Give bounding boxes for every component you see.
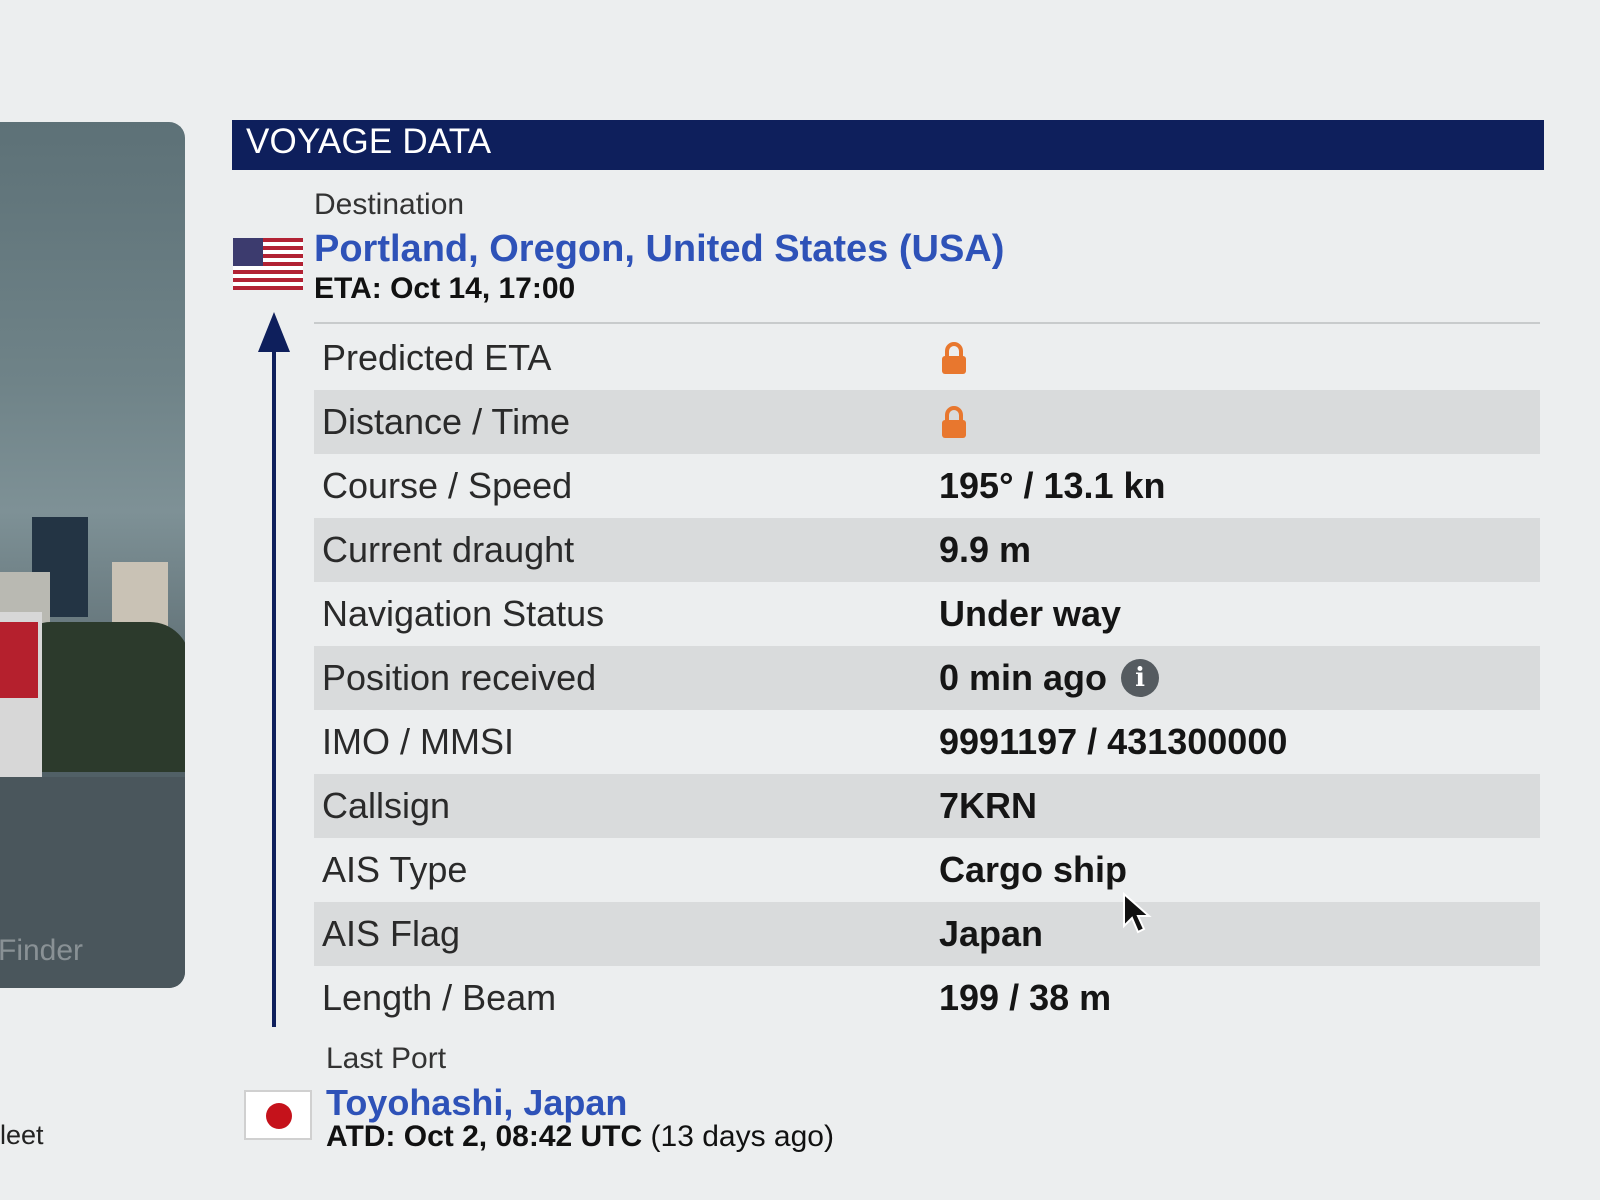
row-label: AIS Flag xyxy=(322,913,461,954)
voyage-data-header: VOYAGE DATA xyxy=(232,120,1544,170)
row-value[interactable] xyxy=(939,405,969,439)
row-position-received: Position received 0 min ago i xyxy=(314,646,1540,710)
last-port-atd: ATD: Oct 2, 08:42 UTC (13 days ago) xyxy=(326,1120,834,1154)
photo-ship-container xyxy=(0,622,38,698)
row-label: Callsign xyxy=(322,785,451,826)
row-value: 0 min ago i xyxy=(939,657,1160,699)
row-label: Length / Beam xyxy=(322,977,557,1018)
row-value: Under way xyxy=(939,593,1122,634)
row-label: Current draught xyxy=(322,529,575,570)
atd-ago: (13 days ago) xyxy=(650,1120,834,1153)
voyage-page: Finder leet VOYAGE DATA Destination Port… xyxy=(0,0,1600,1200)
position-received-value: 0 min ago xyxy=(939,657,1108,698)
row-value: 195° / 13.1 kn xyxy=(939,465,1166,506)
row-course-speed: Course / Speed 195° / 13.1 kn xyxy=(314,454,1540,518)
divider xyxy=(314,322,1540,324)
row-callsign: Callsign 7KRN xyxy=(314,774,1540,838)
us-flag-icon xyxy=(233,238,303,290)
row-ais-type: AIS Type Cargo ship xyxy=(314,838,1540,902)
row-label: Distance / Time xyxy=(322,401,571,442)
row-label: AIS Type xyxy=(322,849,468,890)
row-value: 9991197 / 431300000 xyxy=(939,721,1288,762)
info-icon[interactable]: i xyxy=(1121,659,1160,697)
japan-flag-icon xyxy=(244,1090,312,1140)
row-length-beam: Length / Beam 199 / 38 m xyxy=(314,966,1540,1030)
voyage-data-table: Predicted ETA Distance / Time Course / S… xyxy=(314,326,1540,1030)
row-value: Japan xyxy=(939,913,1044,954)
flag-circle xyxy=(266,1103,292,1129)
row-value: 199 / 38 m xyxy=(939,977,1112,1018)
row-value[interactable] xyxy=(939,341,969,375)
fleet-link[interactable]: leet xyxy=(0,1120,44,1151)
destination-eta: ETA: Oct 14, 17:00 xyxy=(314,272,576,305)
atd-time: ATD: Oct 2, 08:42 UTC xyxy=(326,1120,643,1153)
row-predicted-eta: Predicted ETA xyxy=(314,326,1540,390)
row-ais-flag: AIS Flag Japan xyxy=(314,902,1540,966)
photo-trees xyxy=(20,622,185,772)
row-label: Predicted ETA xyxy=(322,337,552,378)
row-imo-mmsi: IMO / MMSI 9991197 / 431300000 xyxy=(314,710,1540,774)
row-navigation-status: Navigation Status Under way xyxy=(314,582,1540,646)
last-port-label: Last Port xyxy=(326,1042,447,1075)
row-current-draught: Current draught 9.9 m xyxy=(314,518,1540,582)
row-value: 9.9 m xyxy=(939,529,1032,570)
row-value: Cargo ship xyxy=(939,849,1128,890)
destination-link[interactable]: Portland, Oregon, United States (USA) xyxy=(314,228,1004,271)
lock-icon[interactable] xyxy=(939,341,969,375)
row-label: IMO / MMSI xyxy=(322,721,514,762)
row-label: Position received xyxy=(322,657,597,698)
photo-watermark: Finder xyxy=(0,934,84,967)
row-value: 7KRN xyxy=(939,785,1038,826)
vessel-photo[interactable]: Finder xyxy=(0,122,185,988)
row-label: Navigation Status xyxy=(322,593,605,634)
destination-label: Destination xyxy=(314,188,465,221)
row-label: Course / Speed xyxy=(322,465,573,506)
mouse-cursor-icon xyxy=(1123,892,1152,934)
lock-icon[interactable] xyxy=(939,405,969,439)
route-line xyxy=(272,345,276,1027)
last-port-link[interactable]: Toyohashi, Japan xyxy=(326,1082,627,1124)
row-distance-time: Distance / Time xyxy=(314,390,1540,454)
